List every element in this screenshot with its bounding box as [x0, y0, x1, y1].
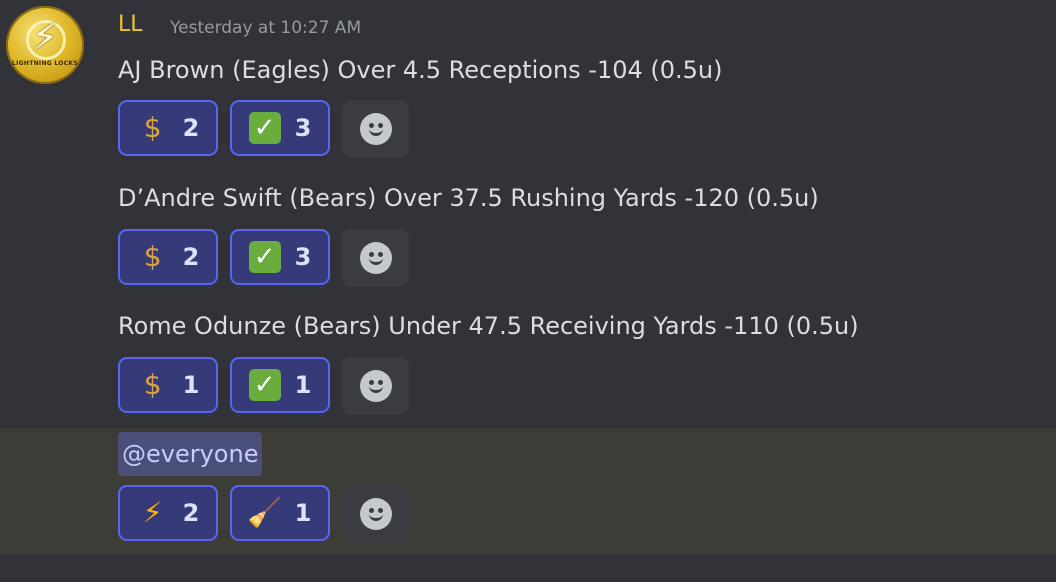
high-voltage-icon: ⚡ — [142, 496, 163, 529]
username[interactable]: LL — [118, 12, 143, 37]
reaction-count: 2 — [182, 499, 200, 527]
add-reaction-button[interactable] — [342, 229, 409, 287]
smiley-icon — [359, 113, 392, 145]
broom-icon: 🧹 — [247, 496, 283, 529]
reaction-count: 2 — [182, 114, 200, 142]
reaction-high-voltage[interactable]: ⚡ 2 — [118, 485, 218, 541]
money-bag-icon: $ — [143, 368, 162, 401]
everyone-mention[interactable]: @everyone — [118, 432, 263, 476]
check-mark-icon: ✓ — [248, 112, 281, 144]
smiley-icon — [359, 242, 392, 274]
smiley-icon — [359, 370, 392, 402]
reaction-count: 1 — [294, 371, 312, 399]
reaction-check-mark[interactable]: ✓ 3 — [230, 229, 330, 285]
reaction-money-bag[interactable]: $ 1 — [118, 357, 218, 413]
reaction-money-bag[interactable]: $ 2 — [118, 229, 218, 285]
add-reaction-button[interactable] — [342, 100, 409, 158]
reaction-count: 3 — [294, 243, 312, 271]
reaction-check-mark[interactable]: ✓ 1 — [230, 357, 330, 413]
lightning-logo-icon: ⚡ — [31, 15, 59, 59]
reaction-count: 2 — [182, 243, 200, 271]
chat-message-group: ⚡ LIGHTNING LOCKS LL Yesterday at 10:27 … — [0, 0, 1056, 582]
reaction-count: 1 — [182, 371, 200, 399]
smiley-icon — [359, 498, 392, 530]
add-reaction-button[interactable] — [342, 485, 409, 543]
reaction-count: 3 — [294, 114, 312, 142]
reaction-broom[interactable]: 🧹 1 — [230, 485, 330, 541]
add-reaction-button[interactable] — [342, 357, 409, 415]
check-mark-icon: ✓ — [248, 369, 281, 401]
avatar-logo-text: LIGHTNING LOCKS — [12, 60, 78, 67]
message-text: AJ Brown (Eagles) Over 4.5 Receptions -1… — [118, 56, 723, 84]
user-avatar[interactable]: ⚡ LIGHTNING LOCKS — [6, 6, 84, 84]
message-text: Rome Odunze (Bears) Under 47.5 Receiving… — [118, 312, 859, 340]
reaction-money-bag[interactable]: $ 2 — [118, 100, 218, 156]
check-mark-icon: ✓ — [248, 241, 281, 273]
reaction-check-mark[interactable]: ✓ 3 — [230, 100, 330, 156]
message-text: D’Andre Swift (Bears) Over 37.5 Rushing … — [118, 184, 819, 212]
money-bag-icon: $ — [143, 111, 162, 144]
money-bag-icon: $ — [143, 240, 162, 273]
reaction-count: 1 — [294, 499, 312, 527]
message-timestamp[interactable]: Yesterday at 10:27 AM — [170, 18, 361, 38]
